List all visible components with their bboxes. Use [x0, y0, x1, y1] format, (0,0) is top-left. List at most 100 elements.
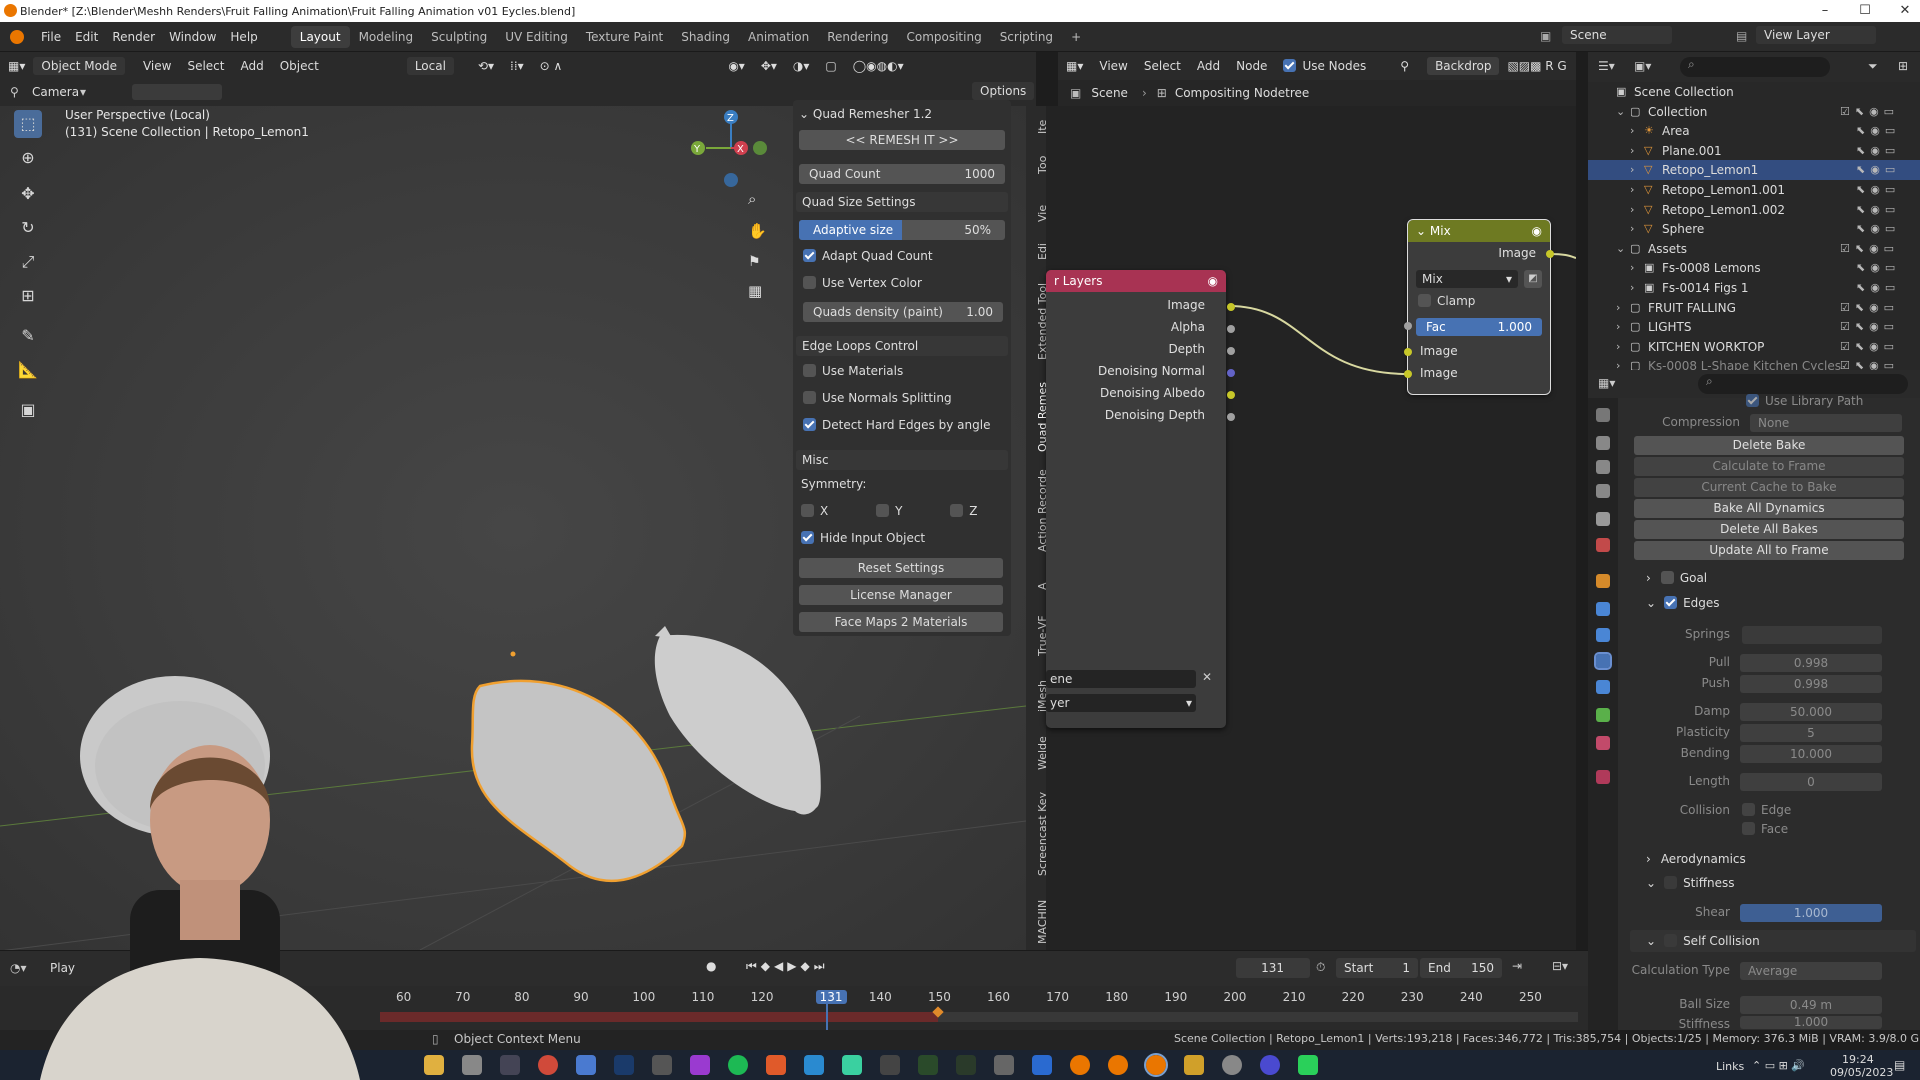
stopwatch-icon[interactable]: ⏱ — [1316, 960, 1325, 975]
properties-editor-icon[interactable]: ▦▾ — [1598, 376, 1615, 390]
backdrop-channels-icon[interactable]: ▧▨▩ R G — [1499, 56, 1574, 76]
outliner-expand-icon[interactable]: › — [1616, 356, 1620, 370]
scale-icon[interactable]: ⤢ — [14, 248, 42, 276]
use-normals-checkbox[interactable] — [803, 391, 816, 404]
outliner-visibility-icons[interactable]: ☑⬉◉▭ — [1840, 298, 1899, 318]
taskbar-app-icon[interactable] — [462, 1055, 482, 1075]
hide-input-row[interactable]: Hide Input Object — [801, 531, 1007, 551]
outliner-search-input[interactable]: ⌕ — [1680, 57, 1830, 77]
gizmo-toggle-icon[interactable]: ✥▾ — [753, 56, 785, 76]
compression-dropdown[interactable]: None — [1750, 414, 1902, 432]
taskbar-calculator-icon[interactable] — [500, 1055, 520, 1075]
use-materials-checkbox[interactable] — [803, 364, 816, 377]
tab-texture-paint[interactable]: Texture Paint — [577, 26, 672, 48]
view-layer-selector[interactable]: View Layer — [1756, 26, 1876, 44]
symmetry-z-checkbox[interactable] — [950, 504, 964, 517]
outliner-row[interactable]: › ▢ LIGHTS ☑⬉◉▭ — [1588, 317, 1920, 337]
tab-sculpting[interactable]: Sculpting — [422, 26, 496, 48]
update-all-to-frame-button[interactable]: Update All to Frame — [1634, 541, 1904, 560]
outliner-row[interactable]: › ▽ Retopo_Lemon1.001 ⬉◉▭ — [1588, 180, 1920, 200]
menu-file[interactable]: File — [34, 30, 68, 44]
remesh-it-button[interactable]: << REMESH IT >> — [799, 130, 1005, 150]
minimize-icon[interactable]: – — [1810, 0, 1840, 22]
xray-icon[interactable]: ▢ — [817, 56, 844, 76]
tab-compositing[interactable]: Compositing — [897, 26, 990, 48]
collision-face-checkbox[interactable] — [1742, 822, 1755, 835]
world-props-icon[interactable] — [1596, 538, 1610, 552]
self-collision-checkbox[interactable] — [1664, 934, 1678, 947]
outliner-visibility-icons[interactable]: ☑⬉◉▭ — [1840, 102, 1899, 122]
orientation-selector[interactable]: Local — [406, 57, 454, 75]
menu-window[interactable]: Window — [162, 30, 223, 44]
pull-field[interactable]: 0.998 — [1740, 654, 1882, 672]
outliner-row[interactable]: › ☀ Area ⬉◉▭ — [1588, 121, 1920, 141]
detect-hard-edges-row[interactable]: Detect Hard Edges by angle — [803, 418, 1009, 438]
outliner-row[interactable]: ⌄ ▢ Collection ☑⬉◉▭ — [1588, 102, 1920, 122]
damp-field[interactable]: 50.000 — [1740, 703, 1882, 721]
rl-scene-field[interactable]: ene — [1046, 670, 1196, 688]
select-mode-icons[interactable] — [132, 84, 222, 100]
node-menu-node[interactable]: Node — [1228, 56, 1275, 76]
node-menu-add[interactable]: Add — [1189, 56, 1228, 76]
collision-face-row[interactable]: Face — [1742, 822, 1788, 836]
adapt-quad-count-checkbox[interactable] — [803, 249, 816, 262]
taskbar-app13-icon[interactable] — [1260, 1055, 1280, 1075]
outliner-row[interactable]: › ▣ Fs-0014 Figs 1 ⬉◉▭ — [1588, 278, 1920, 298]
use-materials-row[interactable]: Use Materials — [803, 364, 1009, 384]
properties-search-input[interactable]: ⌕ — [1698, 374, 1908, 394]
outliner-visibility-icons[interactable]: ☑⬉◉▭ — [1840, 317, 1899, 337]
use-library-path-row[interactable]: Use Library Path — [1746, 394, 1863, 408]
reset-settings-button[interactable]: Reset Settings — [799, 558, 1003, 578]
outliner-visibility-icons[interactable]: ⬉◉▭ — [1856, 258, 1900, 278]
mix-socket-image-2[interactable] — [1404, 370, 1412, 378]
push-field[interactable]: 0.998 — [1740, 675, 1882, 693]
license-manager-button[interactable]: License Manager — [799, 585, 1003, 605]
outliner-editor-icon[interactable]: ☰▾ — [1598, 59, 1615, 73]
zoom-icon[interactable]: ⌕ — [748, 190, 756, 208]
goal-section[interactable]: › Goal — [1646, 571, 1707, 585]
tab-animation[interactable]: Animation — [739, 26, 818, 48]
output-props-icon[interactable] — [1596, 460, 1610, 474]
compositor-node-editor[interactable]: r Layers ◉ Image Alpha Depth Denoising No… — [1046, 106, 1576, 950]
outliner-expand-icon[interactable]: › — [1630, 180, 1634, 200]
outliner-row[interactable]: › ▢ KITCHEN WORKTOP ☑⬉◉▭ — [1588, 337, 1920, 357]
add-cube-icon[interactable]: ▣ — [14, 396, 42, 424]
rl-layer-field[interactable]: yer ▾ — [1046, 694, 1196, 712]
use-nodes-checkbox[interactable] — [1283, 59, 1297, 72]
maximize-icon[interactable]: ☐ — [1850, 0, 1880, 22]
use-vertex-color-row[interactable]: Use Vertex Color — [803, 276, 1009, 296]
taskbar-blender-active-icon[interactable] — [1144, 1053, 1168, 1077]
face-maps-button[interactable]: Face Maps 2 Materials — [799, 612, 1003, 632]
menu-edit[interactable]: Edit — [68, 30, 105, 44]
rl-socket-depth[interactable] — [1227, 347, 1235, 355]
overlay-toggle-icon[interactable]: ◑▾ — [785, 56, 818, 76]
quads-density-field[interactable]: Quads density (paint) 1.00 — [803, 302, 1003, 322]
outliner-expand-icon[interactable]: › — [1616, 298, 1620, 318]
outliner-row[interactable]: › ▣ Fs-0008 Lemons ⬉◉▭ — [1588, 258, 1920, 278]
outliner-row[interactable]: › ▢ FRUIT FALLING ☑⬉◉▭ — [1588, 298, 1920, 318]
taskbar-app7-icon[interactable] — [842, 1055, 862, 1075]
outliner-visibility-icons[interactable]: ⬉◉▭ — [1856, 160, 1900, 180]
length-field[interactable]: 0 — [1740, 773, 1882, 791]
delete-all-bakes-button[interactable]: Delete All Bakes — [1634, 520, 1904, 539]
render-layers-node[interactable]: r Layers ◉ — [1046, 270, 1226, 728]
outliner-visibility-icons[interactable]: ⬉◉▭ — [1856, 121, 1900, 141]
tab-layout[interactable]: Layout — [290, 25, 350, 48]
camera-view-icon[interactable]: ⚑ — [748, 254, 761, 270]
camera-dropdown-icon[interactable]: ▾ — [80, 85, 86, 99]
outliner-expand-icon[interactable]: › — [1630, 219, 1634, 239]
node-menu-select[interactable]: Select — [1136, 56, 1189, 76]
tab-scripting[interactable]: Scripting — [991, 26, 1062, 48]
navigation-gizmo[interactable]: Z Y X — [686, 108, 776, 198]
outliner-expand-icon[interactable]: › — [1630, 258, 1634, 278]
frame-range-end[interactable]: End 150 — [1420, 958, 1502, 978]
render-props-icon[interactable] — [1596, 436, 1610, 450]
timeline-end-icon[interactable]: ⇥ — [1512, 959, 1522, 973]
mix-socket-fac[interactable] — [1404, 322, 1412, 330]
stiffness-section[interactable]: ⌄ Stiffness — [1646, 876, 1734, 890]
collision-edge-checkbox[interactable] — [1742, 803, 1755, 816]
edges-checkbox[interactable] — [1664, 596, 1678, 609]
taskbar-app14-icon[interactable] — [1298, 1055, 1318, 1075]
move-icon[interactable]: ✥ — [14, 180, 42, 208]
object-props-icon[interactable] — [1596, 574, 1610, 588]
